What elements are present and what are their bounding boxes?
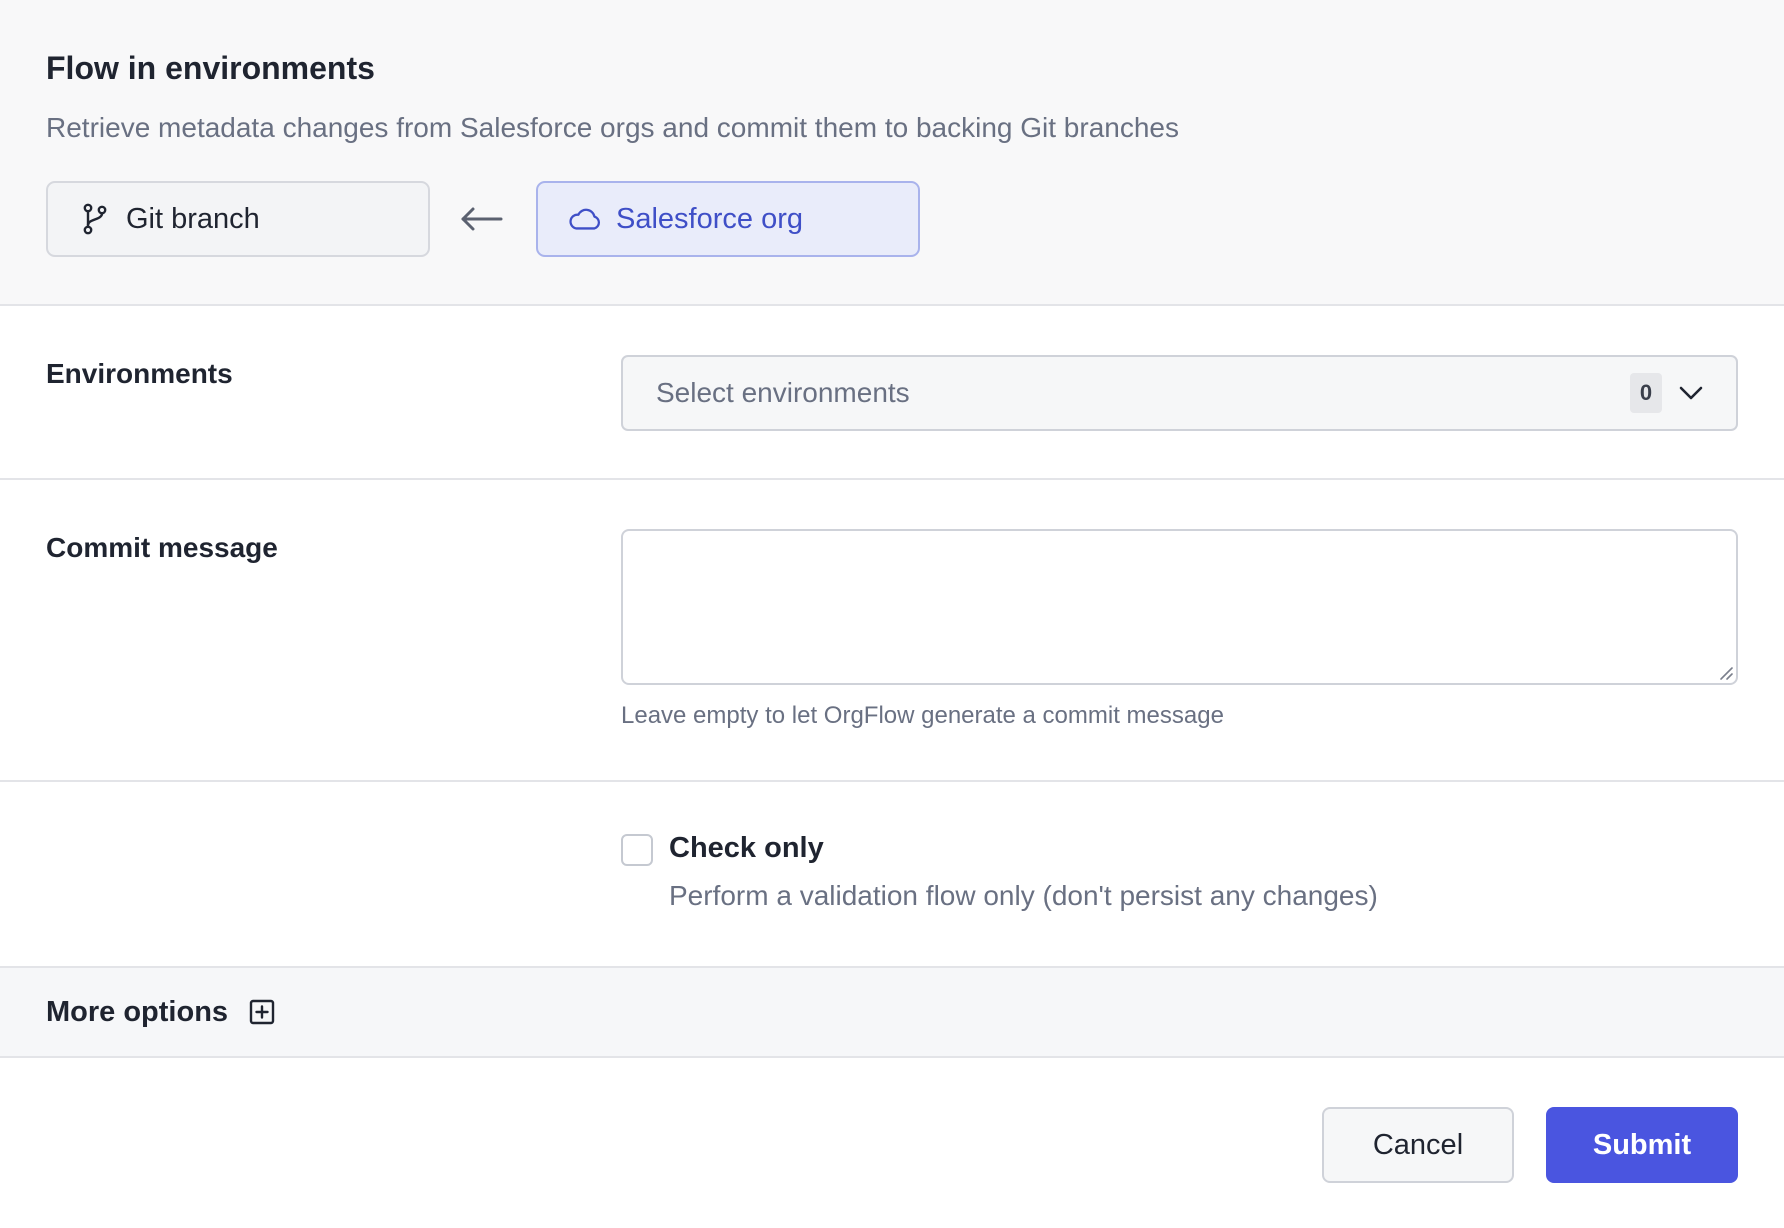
dialog-title: Flow in environments bbox=[46, 50, 375, 86]
check-only-description: Perform a validation flow only (don't pe… bbox=[669, 880, 1378, 911]
plus-square-icon[interactable] bbox=[248, 998, 276, 1026]
more-options-toggle[interactable]: More options bbox=[0, 968, 1784, 1058]
resize-grip-icon[interactable] bbox=[1718, 665, 1734, 681]
commit-message-input[interactable] bbox=[621, 529, 1738, 685]
dialog-header: Flow in environments Retrieve metadata c… bbox=[0, 0, 1784, 306]
git-branch-label: Git branch bbox=[126, 202, 260, 235]
flow-dialog: Flow in environments Retrieve metadata c… bbox=[0, 0, 1784, 1228]
environments-row: Environments Select environments 0 bbox=[0, 306, 1784, 480]
environments-select[interactable]: Select environments 0 bbox=[621, 355, 1738, 431]
environments-placeholder: Select environments bbox=[656, 377, 910, 408]
salesforce-org-label: Salesforce org bbox=[616, 202, 803, 235]
submit-button[interactable]: Submit bbox=[1546, 1107, 1738, 1183]
commit-message-row: Commit message Leave empty to let OrgFlo… bbox=[0, 480, 1784, 782]
check-only-checkbox[interactable] bbox=[621, 834, 653, 866]
salesforce-org-source[interactable]: Salesforce org bbox=[536, 181, 920, 257]
check-only-row: Check only Perform a validation flow onl… bbox=[0, 782, 1784, 968]
cancel-button[interactable]: Cancel bbox=[1322, 1107, 1514, 1183]
commit-message-label: Commit message bbox=[46, 532, 278, 563]
cloud-icon bbox=[568, 202, 602, 236]
git-branch-target[interactable]: Git branch bbox=[46, 181, 430, 257]
selected-count-badge: 0 bbox=[1630, 373, 1662, 413]
check-only-label[interactable]: Check only bbox=[669, 832, 824, 865]
arrow-left-icon bbox=[456, 196, 508, 242]
git-branch-icon bbox=[78, 202, 112, 236]
commit-message-hint: Leave empty to let OrgFlow generate a co… bbox=[621, 702, 1224, 729]
environments-label: Environments bbox=[46, 358, 233, 389]
chevron-down-icon[interactable] bbox=[1676, 378, 1706, 408]
dialog-subtitle: Retrieve metadata changes from Salesforc… bbox=[46, 112, 1179, 143]
more-options-label[interactable]: More options bbox=[46, 996, 228, 1029]
